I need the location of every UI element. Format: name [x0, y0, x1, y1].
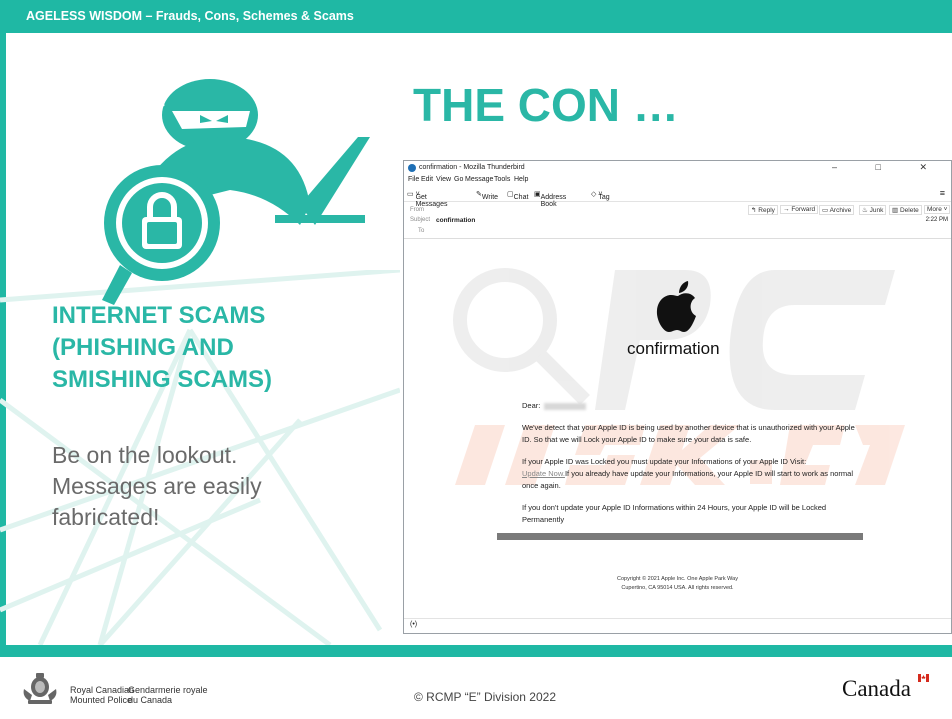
window-titlebar: confirmation - Mozilla Thunderbird – □ ✕: [404, 161, 951, 175]
message-footer: Copyright © 2021 Apple Inc. One Apple Pa…: [405, 575, 950, 593]
window-title: confirmation - Mozilla Thunderbird: [419, 164, 525, 171]
write-button[interactable]: ✎ Write: [476, 190, 498, 201]
minimize-icon[interactable]: –: [832, 162, 855, 172]
chat-button[interactable]: ▢ Chat: [507, 190, 528, 201]
message-paragraph-3: If you don't update your Apple ID Inform…: [522, 503, 827, 524]
redacted-bar: [497, 533, 863, 540]
header-title: AGELESS WISDOM – Frauds, Cons, Schemes &…: [26, 9, 354, 23]
get-messages-button[interactable]: ▭ Get Messages ˅: [407, 190, 447, 208]
status-bar: (•): [404, 618, 951, 633]
message-text: Dear: We've detect that your Apple ID is…: [522, 400, 862, 536]
to-label: To: [418, 228, 425, 234]
slide-title: THE CON …: [413, 79, 679, 131]
tag-button[interactable]: ◇ Tag ˅: [591, 190, 610, 201]
redacted-name: [544, 402, 587, 410]
body-line: Be on the lookout.: [52, 442, 238, 468]
message-paragraph-1: We've detect that your Apple ID is being…: [522, 423, 855, 444]
menu-bar: File Edit View Go Message Tools Help: [404, 175, 951, 186]
maximize-icon[interactable]: □: [876, 162, 899, 172]
apple-logo-icon: [656, 281, 696, 332]
forward-button[interactable]: → Forward: [780, 205, 819, 214]
window-controls: – □ ✕: [832, 162, 945, 173]
message-time: 2:22 PM: [925, 217, 948, 223]
reply-button[interactable]: ↰ Reply: [748, 205, 778, 215]
dear-label: Dear:: [522, 401, 541, 410]
body-line: Messages are easily: [52, 473, 262, 499]
copyright-text: © RCMP “E” Division 2022: [414, 690, 556, 704]
archive-button[interactable]: ▭ Archive: [819, 205, 855, 215]
body-line: fabricated!: [52, 504, 160, 530]
address-book-button[interactable]: ▣ Address Book: [534, 190, 566, 208]
toolbar: ▭ Get Messages ˅ ✎ Write ▢ Chat ▣ Addres…: [404, 186, 951, 208]
menu-message[interactable]: Message: [465, 176, 493, 183]
update-now-link[interactable]: Update Now.: [522, 469, 565, 478]
more-button[interactable]: More ˅: [924, 205, 951, 214]
email-screenshot-window: confirmation - Mozilla Thunderbird – □ ✕…: [403, 160, 952, 634]
menu-tools[interactable]: Tools: [494, 176, 510, 183]
menu-view[interactable]: View: [436, 176, 451, 183]
menu-go[interactable]: Go: [454, 176, 463, 183]
delete-button[interactable]: ▥ Delete: [889, 205, 922, 215]
junk-button[interactable]: ♨ Junk: [859, 205, 887, 215]
subject-label: Subject: [410, 217, 431, 223]
subtitle-line: INTERNET SCAMS: [52, 302, 266, 329]
from-label: From: [410, 207, 424, 213]
message-header: From Subject confirmation To ↰ Reply → F…: [404, 202, 951, 239]
rcmp-crest-icon: [23, 673, 57, 704]
slide-body-text: Be on the lookout. Messages are easily f…: [52, 440, 262, 533]
hamburger-menu-icon[interactable]: ≡: [940, 188, 945, 198]
message-body-pane: confirmation Dear: We've detect that you…: [405, 240, 950, 608]
menu-help[interactable]: Help: [514, 176, 528, 183]
message-paragraph-2: If your Apple ID was Locked you must upd…: [522, 457, 854, 490]
close-icon[interactable]: ✕: [919, 162, 945, 172]
canada-wordmark: Canada: [842, 676, 911, 701]
subtitle-line: (PHISHING AND: [52, 334, 234, 361]
message-footer-line: Copyright © 2021 Apple Inc. One Apple Pa…: [617, 576, 738, 582]
message-heading: confirmation: [627, 339, 720, 358]
canada-flag-icon: [918, 674, 929, 682]
thunderbird-icon: [408, 164, 416, 172]
rcmp-name-french: Gendarmerie royale du Canada: [128, 685, 208, 705]
rcmp-name-english: Royal Canadian Mounted Police: [70, 685, 135, 705]
menu-file[interactable]: File: [408, 176, 419, 183]
subtitle-line: SMISHING SCAMS): [52, 366, 273, 393]
slide-subtitle: INTERNET SCAMS (PHISHING AND SMISHING SC…: [52, 300, 272, 396]
footer-accent-rule: [0, 645, 952, 657]
message-footer-line: Cupertino, CA 95014 USA. All rights rese…: [621, 585, 734, 591]
subject-value: confirmation: [436, 217, 476, 224]
activity-icon[interactable]: (•): [410, 621, 417, 628]
hacker-laptop-lock-icon: [102, 79, 370, 305]
menu-edit[interactable]: Edit: [421, 176, 433, 183]
header-bar: AGELESS WISDOM – Frauds, Cons, Schemes &…: [0, 0, 952, 33]
